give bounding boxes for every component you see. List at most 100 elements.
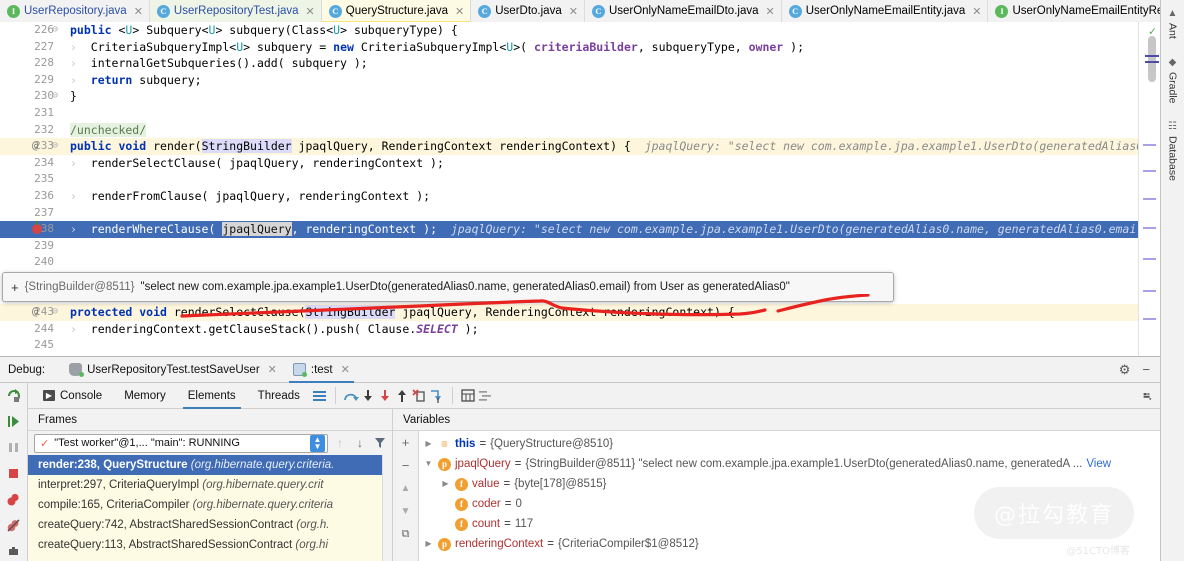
- editor-scrollbar-thumb[interactable]: [1148, 36, 1156, 82]
- tab-console[interactable]: ▶ Console: [32, 383, 113, 409]
- code-editor[interactable]: 226⊖public <U> Subquery<U> subquery(Clas…: [0, 22, 1160, 356]
- force-step-into-icon[interactable]: [377, 387, 394, 404]
- frames-scrollbar[interactable]: [382, 455, 392, 561]
- chevron-right-icon[interactable]: ▶: [423, 434, 434, 454]
- code-line-237[interactable]: 237: [0, 205, 1160, 222]
- variable-row[interactable]: fcount=117: [419, 514, 1160, 534]
- code-fold-icon[interactable]: ⊖: [52, 22, 58, 39]
- debug-session-tab-1[interactable]: :test ✕: [285, 357, 358, 383]
- editor-tab-5[interactable]: C UserOnlyNameEmailEntity.java ✕: [782, 0, 989, 22]
- watch-down-icon[interactable]: ▼: [398, 503, 414, 519]
- close-icon[interactable]: ✕: [455, 5, 464, 18]
- watch-up-icon[interactable]: ▲: [398, 480, 414, 496]
- variable-row[interactable]: ▶≡this={QueryStructure@8510}: [419, 434, 1160, 454]
- expand-icon[interactable]: +: [11, 280, 19, 295]
- layout-icon[interactable]: [311, 387, 328, 404]
- add-watch-icon[interactable]: +: [398, 434, 414, 450]
- remove-watch-icon[interactable]: −: [398, 457, 414, 473]
- close-icon[interactable]: ✕: [569, 5, 578, 18]
- step-into-icon[interactable]: [360, 387, 377, 404]
- tool-window-database[interactable]: ☷ Database: [1167, 117, 1179, 185]
- settings-rail-icon[interactable]: [5, 542, 23, 560]
- mute-breakpoints-icon[interactable]: [5, 516, 23, 534]
- frames-list[interactable]: render:238, QueryStructure (org.hibernat…: [28, 455, 392, 561]
- show-values-inline-icon[interactable]: [477, 387, 494, 404]
- step-out-icon[interactable]: [394, 387, 411, 404]
- chevron-updown-icon[interactable]: ▲▼: [310, 435, 325, 452]
- code-line-233[interactable]: 233@⊖public void render(StringBuilder jp…: [0, 138, 1160, 155]
- code-line-227[interactable]: 227› CriteriaSubqueryImpl<U> subquery = …: [0, 39, 1160, 56]
- frame-row[interactable]: interpret:297, CriteriaQueryImpl (org.hi…: [28, 475, 392, 495]
- code-line-235[interactable]: 235: [0, 171, 1160, 188]
- code-line-238[interactable]: 238› renderWhereClause( jpaqlQuery, rend…: [0, 221, 1160, 238]
- chevron-down-icon[interactable]: ▼: [423, 454, 434, 474]
- editor-tab-1[interactable]: C UserRepositoryTest.java ✕: [150, 0, 322, 22]
- editor-tab-6[interactable]: I UserOnlyNameEmailEntityRep ✕: [988, 0, 1184, 22]
- editor-tab-0[interactable]: I UserRepository.java ✕: [0, 0, 150, 22]
- close-icon[interactable]: ✕: [268, 363, 277, 376]
- code-line-234[interactable]: 234› renderSelectClause( jpaqlQuery, ren…: [0, 155, 1160, 172]
- variable-row[interactable]: ▶prenderingContext={CriteriaCompiler$1@8…: [419, 534, 1160, 554]
- pause-program-icon[interactable]: [5, 438, 23, 456]
- code-line-232[interactable]: 232/unchecked/: [0, 122, 1160, 139]
- editor-marker-gutter[interactable]: ✓: [1138, 22, 1160, 356]
- tool-window-ant[interactable]: ▲ Ant: [1167, 4, 1179, 43]
- code-line-245[interactable]: 245: [0, 337, 1160, 354]
- minimize-icon[interactable]: −: [1142, 362, 1150, 378]
- editor-tab-3[interactable]: C UserDto.java ✕: [471, 0, 585, 22]
- close-icon[interactable]: ✕: [341, 363, 350, 376]
- code-line-226[interactable]: 226⊖public <U> Subquery<U> subquery(Clas…: [0, 22, 1160, 39]
- close-icon[interactable]: ✕: [765, 5, 774, 18]
- chevron-right-icon[interactable]: ▶: [423, 534, 434, 554]
- debug-session-tab-0[interactable]: UserRepositoryTest.testSaveUser ✕: [61, 357, 285, 383]
- code-line-240[interactable]: 240: [0, 254, 1160, 271]
- drop-frame-icon[interactable]: [411, 387, 428, 404]
- rerun-icon[interactable]: [5, 386, 23, 404]
- editor-tab-4[interactable]: C UserOnlyNameEmailDto.java ✕: [585, 0, 782, 22]
- code-line-244[interactable]: 244› renderingContext.getClauseStack().p…: [0, 321, 1160, 338]
- evaluate-expression-icon[interactable]: [460, 387, 477, 404]
- code-line-231[interactable]: 231: [0, 105, 1160, 122]
- debugger-value-popup[interactable]: + {StringBuilder@8511} "select new com.e…: [2, 272, 894, 302]
- code-fold-icon[interactable]: ⊖: [52, 88, 58, 105]
- thread-selector[interactable]: ✓ "Test worker"@1,... "main": RUNNING ▲▼: [34, 434, 328, 453]
- stop-icon[interactable]: [5, 464, 23, 482]
- frame-down-icon[interactable]: ↓: [352, 435, 368, 451]
- override-marker-icon[interactable]: @: [32, 304, 38, 321]
- variables-list[interactable]: ▶≡this={QueryStructure@8510}▼pjpaqlQuery…: [419, 431, 1160, 561]
- editor-tab-2[interactable]: C QueryStructure.java ✕: [322, 0, 471, 22]
- variable-row[interactable]: fcoder=0: [419, 494, 1160, 514]
- close-icon[interactable]: ✕: [134, 5, 143, 18]
- code-line-243[interactable]: 243@⊖protected void renderSelectClause(S…: [0, 304, 1160, 321]
- frame-row[interactable]: createQuery:742, AbstractSharedSessionCo…: [28, 515, 392, 535]
- code-line-230[interactable]: 230⊖}: [0, 88, 1160, 105]
- variable-row[interactable]: ▼pjpaqlQuery={StringBuilder@8511} "selec…: [419, 454, 1160, 474]
- gear-icon[interactable]: ⚙: [1119, 362, 1131, 378]
- tool-window-gradle[interactable]: ◆ Gradle: [1167, 53, 1179, 108]
- frame-row[interactable]: render:238, QueryStructure (org.hibernat…: [28, 455, 392, 475]
- code-line-228[interactable]: 228› internalGetSubqueries().add( subque…: [0, 55, 1160, 72]
- restore-layout-icon[interactable]: [1143, 387, 1160, 404]
- run-to-cursor-icon[interactable]: [428, 387, 445, 404]
- tab-memory[interactable]: Memory: [113, 383, 177, 409]
- tab-elements[interactable]: Elements: [177, 383, 247, 409]
- code-line-236[interactable]: 236› renderFromClause( jpaqlQuery, rende…: [0, 188, 1160, 205]
- close-icon[interactable]: ✕: [972, 5, 981, 18]
- code-line-229[interactable]: 229› return subquery;: [0, 72, 1160, 89]
- code-line-239[interactable]: 239: [0, 238, 1160, 255]
- frame-up-icon[interactable]: ↑: [332, 435, 348, 451]
- frame-row[interactable]: createQuery:113, AbstractSharedSessionCo…: [28, 535, 392, 555]
- close-icon[interactable]: ✕: [306, 5, 315, 18]
- frame-row[interactable]: compile:165, CriteriaCompiler (org.hiber…: [28, 495, 392, 515]
- view-value-link[interactable]: View: [1086, 454, 1111, 474]
- code-fold-icon[interactable]: ⊖: [52, 304, 58, 321]
- view-breakpoints-icon[interactable]: [5, 490, 23, 508]
- variable-row[interactable]: ▶fvalue={byte[178]@8515}: [419, 474, 1160, 494]
- resume-program-icon[interactable]: [5, 412, 23, 430]
- override-marker-icon[interactable]: @: [32, 138, 38, 155]
- copy-value-icon[interactable]: ⧉: [398, 526, 414, 542]
- code-fold-icon[interactable]: ⊖: [52, 138, 58, 155]
- tab-threads[interactable]: Threads: [247, 383, 311, 409]
- step-over-icon[interactable]: [343, 387, 360, 404]
- chevron-right-icon[interactable]: ▶: [440, 474, 451, 494]
